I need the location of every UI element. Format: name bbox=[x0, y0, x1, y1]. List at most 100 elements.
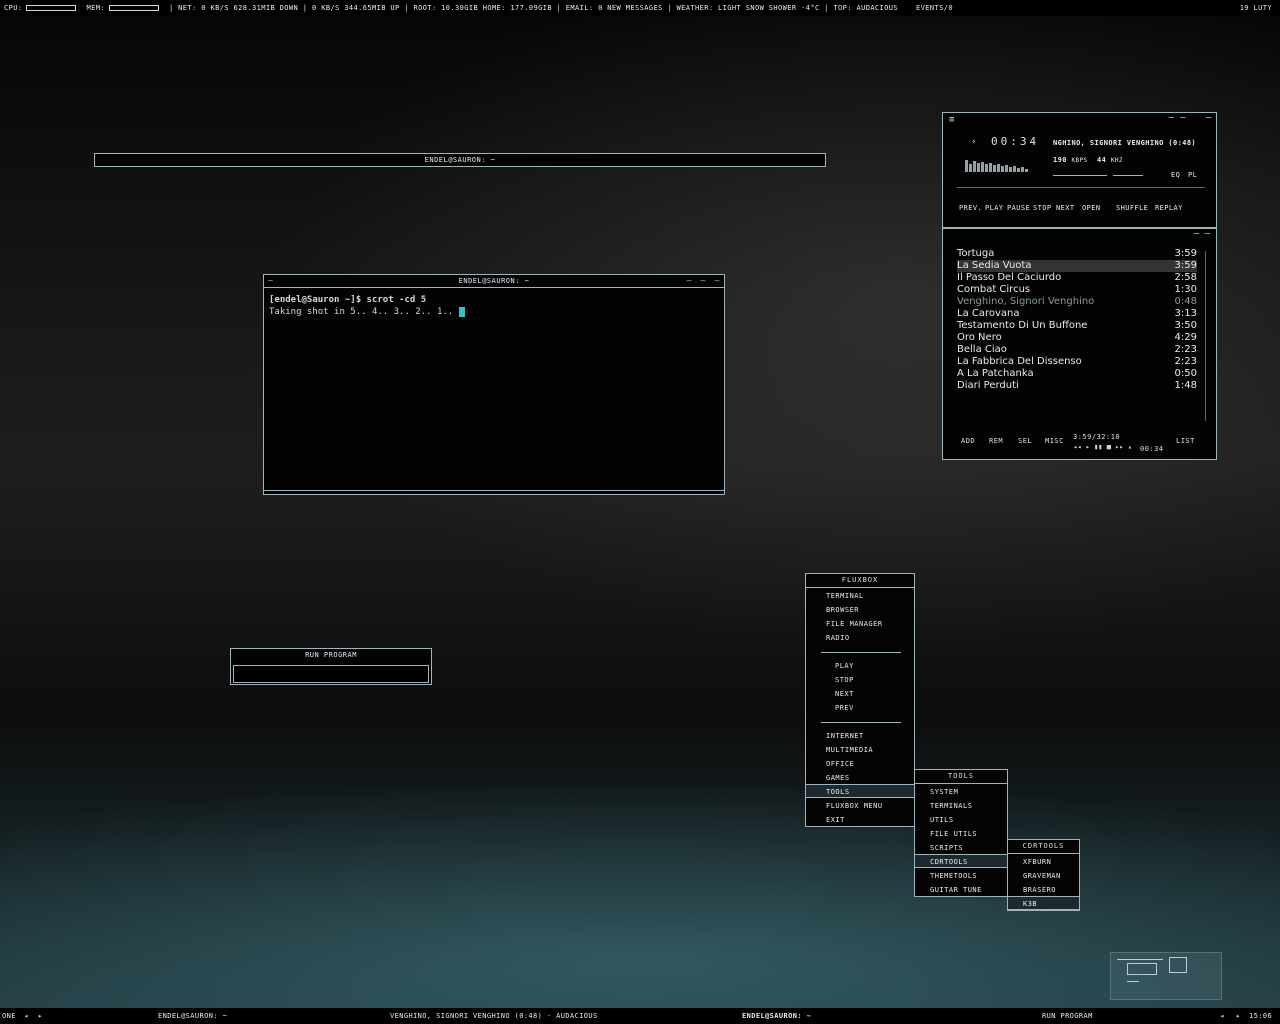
workspace-name[interactable]: one bbox=[2, 1012, 16, 1020]
pl-button[interactable]: pl bbox=[1188, 171, 1197, 179]
menu-item-brasero[interactable]: brasero bbox=[1023, 883, 1056, 897]
misc-button[interactable]: misc bbox=[1045, 437, 1064, 445]
playlist-item[interactable]: La Carovana 3:13 bbox=[957, 308, 1197, 320]
list-button[interactable]: list bbox=[1176, 437, 1195, 445]
song-title[interactable]: nghino, signori venghino (0:48) bbox=[1053, 139, 1196, 147]
stop-button[interactable]: stop bbox=[1033, 204, 1051, 212]
tools-submenu[interactable]: tools system terminals utils file utils … bbox=[914, 769, 1008, 897]
task-audacious[interactable]: venghino, signori venghino (0:48) - auda… bbox=[390, 1012, 598, 1020]
minimize-icon[interactable]: — bbox=[687, 275, 692, 287]
audacious-main-window[interactable]: ≡ – – – › 00:34 nghino, signori venghino… bbox=[942, 112, 1217, 228]
status-info: | net: 0 kb/s 628.31mib down | 0 kb/s 34… bbox=[168, 4, 899, 12]
terminal-window[interactable]: — endel@sauron: ~ — — — [endel@Sauron ~]… bbox=[263, 274, 725, 495]
menu-item-fluxbox-menu[interactable]: fluxbox menu bbox=[826, 799, 883, 813]
menu-item-browser[interactable]: browser bbox=[826, 603, 859, 617]
run-program-dialog[interactable]: run program bbox=[230, 648, 432, 685]
playlist-scrollbar[interactable] bbox=[1205, 251, 1206, 421]
menu-item-file-manager[interactable]: file manager bbox=[826, 617, 883, 631]
audacious-menu-icon[interactable]: ≡ bbox=[949, 115, 955, 125]
menu-title: fluxbox bbox=[806, 574, 914, 588]
terminal-titlebar[interactable]: — endel@sauron: ~ — — — bbox=[264, 275, 724, 288]
menu-item-play[interactable]: play bbox=[835, 659, 854, 673]
tray-next-icon[interactable]: ▸ bbox=[1236, 1012, 1241, 1020]
menu-item-office[interactable]: office bbox=[826, 757, 854, 771]
task-terminal[interactable]: endel@sauron: ~ bbox=[742, 1012, 811, 1020]
playlist-item[interactable]: Combat Circus 1:30 bbox=[957, 284, 1197, 296]
pause-button[interactable]: pause bbox=[1007, 204, 1030, 212]
tray-prev-icon[interactable]: ◂ bbox=[1220, 1012, 1225, 1020]
add-button[interactable]: add bbox=[961, 437, 975, 445]
playlist-close-icon[interactable]: – – bbox=[1194, 229, 1210, 239]
menu-item-graveman[interactable]: graveman bbox=[1023, 869, 1061, 883]
menu-item-stop[interactable]: stop bbox=[835, 673, 854, 687]
samplerate-value: 44 khz bbox=[1097, 156, 1123, 164]
playlist-item[interactable]: Testamento Di Un Buffone 3:50 bbox=[957, 320, 1197, 332]
visualizer[interactable] bbox=[965, 157, 1031, 172]
run-program-input[interactable] bbox=[233, 665, 429, 683]
menu-item-tools[interactable]: tools bbox=[806, 784, 914, 798]
playlist-item[interactable]: La Fabbrica Del Dissenso 2:23 bbox=[957, 356, 1197, 368]
menu-item-games[interactable]: games bbox=[826, 771, 850, 785]
balance-slider[interactable] bbox=[1113, 175, 1143, 176]
fluxbox-root-menu[interactable]: fluxbox terminal browser file manager ra… bbox=[805, 573, 915, 827]
remove-button[interactable]: rem bbox=[989, 437, 1003, 445]
playlist-item[interactable]: Bella Ciao 2:23 bbox=[957, 344, 1197, 356]
playlist-item[interactable]: Tortuga 3:59 bbox=[957, 248, 1197, 260]
select-button[interactable]: sel bbox=[1018, 437, 1032, 445]
clock: 15:06 bbox=[1249, 1012, 1273, 1020]
playlist-item[interactable]: Diari Perduti 1:48 bbox=[957, 380, 1197, 392]
menu-item-terminals[interactable]: terminals bbox=[930, 799, 972, 813]
menu-item-next[interactable]: next bbox=[835, 687, 854, 701]
menu-item-radio[interactable]: radio bbox=[826, 631, 850, 645]
playlist-item-current[interactable]: Venghino, Signori Venghino 0:48 bbox=[957, 296, 1197, 308]
volume-slider[interactable] bbox=[1053, 175, 1107, 176]
eq-button[interactable]: eq bbox=[1171, 171, 1180, 179]
menu-item-themetools[interactable]: themetools bbox=[930, 869, 977, 883]
minimize-icon[interactable]: – – bbox=[1169, 113, 1186, 123]
elapsed-time[interactable]: 00:34 bbox=[991, 135, 1039, 148]
close-icon[interactable]: — bbox=[715, 275, 720, 287]
close-icon[interactable]: – bbox=[1206, 113, 1212, 123]
menu-item-internet[interactable]: internet bbox=[826, 729, 864, 743]
menu-item-utils[interactable]: utils bbox=[930, 813, 954, 827]
maximize-icon[interactable]: — bbox=[701, 275, 706, 287]
menu-item-prev[interactable]: prev bbox=[835, 701, 854, 715]
window-title[interactable]: endel@sauron: ~ bbox=[95, 154, 825, 166]
window-handle[interactable] bbox=[264, 490, 724, 494]
terminal-output[interactable]: [endel@Sauron ~]$ scrot -cd 5 Taking sho… bbox=[264, 288, 724, 324]
playlist-item[interactable]: Oro Nero 4:29 bbox=[957, 332, 1197, 344]
taskbar: one ◂ ▸ endel@sauron: ~ venghino, signor… bbox=[0, 1008, 1280, 1024]
workspace-pager[interactable] bbox=[1110, 952, 1222, 1000]
next-button[interactable]: next bbox=[1056, 204, 1074, 212]
cdrtools-submenu[interactable]: cdrtools xfburn graveman brasero k3b bbox=[1007, 839, 1080, 911]
workspace-next-icon[interactable]: ▸ bbox=[38, 1012, 43, 1020]
playlist-item[interactable]: Il Passo Del Caciurdo 2:58 bbox=[957, 272, 1197, 284]
menu-item-cdrtools[interactable]: cdrtools bbox=[915, 854, 1007, 868]
menu-item-exit[interactable]: exit bbox=[826, 813, 845, 827]
mini-controls-icons[interactable]: ◂◂ ▸ ▮▮ ■ ▸▸ ▴ bbox=[1073, 443, 1132, 451]
seek-bar[interactable] bbox=[957, 187, 1205, 188]
menu-item-file-utils[interactable]: file utils bbox=[930, 827, 977, 841]
menu-item-multimedia[interactable]: multimedia bbox=[826, 743, 873, 757]
task-terminal-shaded[interactable]: endel@sauron: ~ bbox=[158, 1012, 227, 1020]
audacious-playlist-window[interactable]: – – Tortuga 3:59 La Sedia Vuota 3:59 Il Pa… bbox=[942, 228, 1217, 460]
open-button[interactable]: open bbox=[1082, 204, 1100, 212]
menu-item-guitar-tune[interactable]: guitar tune bbox=[930, 883, 982, 897]
play-indicator-icon: › bbox=[971, 137, 977, 147]
menu-item-terminal[interactable]: terminal bbox=[826, 589, 864, 603]
playlist-item[interactable]: La Sedia Vuota 3:59 bbox=[957, 260, 1197, 272]
shaded-terminal-window[interactable]: endel@sauron: ~ bbox=[94, 153, 826, 167]
window-menu-icon[interactable]: — bbox=[268, 275, 273, 287]
mini-elapsed-time: 00:34 bbox=[1140, 445, 1164, 453]
menu-item-k3b[interactable]: k3b bbox=[1008, 896, 1079, 910]
menu-item-system[interactable]: system bbox=[930, 785, 958, 799]
shuffle-button[interactable]: shuffle bbox=[1116, 204, 1148, 212]
playlist-item[interactable]: A La Patchanka 0:50 bbox=[957, 368, 1197, 380]
menu-item-xfburn[interactable]: xfburn bbox=[1023, 855, 1051, 869]
play-button[interactable]: play bbox=[985, 204, 1003, 212]
menu-item-scripts[interactable]: scripts bbox=[930, 841, 963, 855]
replay-button[interactable]: replay bbox=[1155, 204, 1183, 212]
workspace-prev-icon[interactable]: ◂ bbox=[24, 1012, 29, 1020]
task-run-program[interactable]: run program bbox=[1042, 1012, 1093, 1020]
prev-button[interactable]: prev. bbox=[959, 204, 982, 212]
